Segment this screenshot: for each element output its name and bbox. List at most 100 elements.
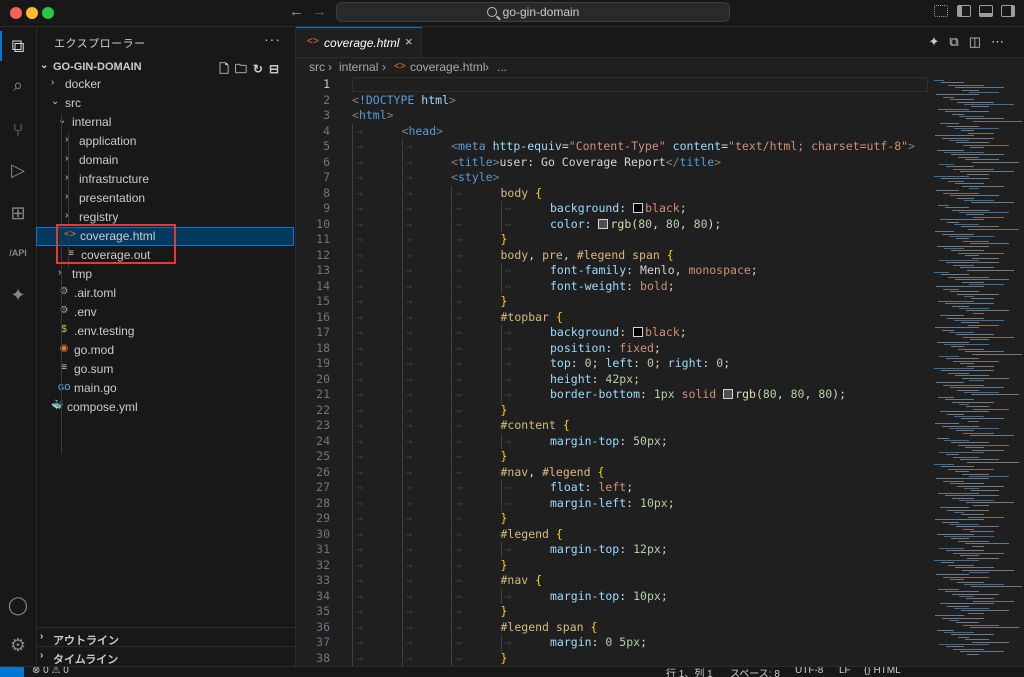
problems-indicator[interactable]: ⊗ 0 ⚠ 0 <box>32 667 69 676</box>
minimap-line <box>970 627 1019 629</box>
indent-guide <box>352 650 353 666</box>
minimap-line <box>937 149 964 151</box>
file-item[interactable]: ≡ go.sum <box>37 360 295 379</box>
outline-section-header[interactable]: › アウトライン <box>37 627 295 648</box>
folder-item[interactable]: › domain <box>37 151 295 170</box>
whitespace-arrow: → <box>405 356 413 370</box>
more-actions-icon[interactable]: ⋯ <box>991 34 1014 49</box>
indent-guide <box>451 325 452 341</box>
new-folder-icon[interactable]: 🗀 <box>235 62 253 76</box>
end-of-line[interactable]: LF <box>839 667 851 676</box>
cursor-position[interactable]: 行 1、列 1 <box>666 667 713 677</box>
whitespace-arrow: → <box>455 185 462 200</box>
code-line: <html> <box>352 108 394 122</box>
whitespace-arrow: → <box>405 371 413 386</box>
folder-item[interactable]: › infrastructure <box>37 170 295 189</box>
minimap-line <box>954 416 984 417</box>
toggle-panel-icon[interactable] <box>979 5 993 17</box>
minimap[interactable] <box>930 76 1024 666</box>
split-editor-icon[interactable]: ◫ <box>969 34 991 49</box>
project-section-header[interactable]: ⌄ GO-GIN-DOMAIN 🗋🗀↻⊟ <box>37 57 295 77</box>
folder-item[interactable]: ⌄ src <box>37 94 295 113</box>
collapse-all-icon[interactable]: ⊟ <box>269 62 285 76</box>
copilot-icon[interactable]: ✦ <box>0 278 36 312</box>
copilot-chat-icon[interactable]: ✦ <box>929 34 950 49</box>
run-debug-icon[interactable]: ▷ <box>0 153 36 187</box>
extensions-icon[interactable]: ⊞ <box>0 196 36 230</box>
file-item[interactable]: ≡ coverage.out <box>37 246 295 265</box>
minimize-window-button[interactable] <box>26 7 38 19</box>
whitespace-arrow: → <box>455 356 462 370</box>
file-item[interactable]: ⚙ .air.toml <box>37 284 295 303</box>
minimap-line <box>950 195 999 197</box>
breadcrumb-item[interactable]: coverage.html <box>410 60 485 74</box>
encoding[interactable]: UTF-8 <box>795 667 823 676</box>
indent-guide <box>500 433 502 449</box>
indent-guide <box>401 449 403 465</box>
color-swatch[interactable] <box>633 203 644 213</box>
code-editor[interactable]: 1 2 <!DOCTYPE html> 3 <html> 4 → <head> 5 → → <meta… <box>296 76 930 666</box>
whitespace-arrow: → <box>356 526 363 541</box>
settings-gear-icon[interactable]: ⚙ <box>0 628 36 662</box>
explorer-icon[interactable]: ⧉ <box>0 29 36 63</box>
zoom-window-button[interactable] <box>42 7 54 19</box>
whitespace-arrow: → <box>455 588 462 603</box>
minimap-line <box>943 384 984 386</box>
file-item[interactable]: 🐳 compose.yml <box>37 398 295 417</box>
minimap-line <box>934 560 979 561</box>
breadcrumb-item[interactable]: internal <box>339 60 378 74</box>
minimap-line <box>942 617 984 619</box>
whitespace-arrow: → <box>455 247 462 262</box>
folder-item[interactable]: › registry <box>37 208 295 227</box>
customize-layout-icon[interactable] <box>934 5 948 17</box>
file-item[interactable]: <> coverage.html <box>36 227 294 246</box>
line-number: 14 <box>316 278 330 293</box>
open-preview-icon[interactable]: ⧉ <box>949 34 968 49</box>
folder-item[interactable]: › presentation <box>37 189 295 208</box>
timeline-section-header[interactable]: › タイムライン <box>37 646 295 667</box>
tab-coverage-html[interactable]: <> coverage.html × <box>296 27 422 57</box>
command-center[interactable]: go-gin-domain <box>336 2 730 22</box>
account-icon[interactable]: ◯ <box>0 588 36 622</box>
minimap-line <box>953 456 979 458</box>
new-file-icon[interactable]: 🗋 <box>219 62 235 76</box>
toggle-secondary-sidebar-icon[interactable] <box>1001 5 1015 17</box>
folder-item[interactable]: › docker <box>37 75 295 94</box>
search-icon[interactable]: ⌕ <box>0 68 36 102</box>
minimap-line <box>967 173 989 175</box>
color-swatch[interactable] <box>723 389 734 399</box>
file-item[interactable]: ⚙ .env <box>37 303 295 322</box>
minimap-line <box>938 300 974 302</box>
color-swatch[interactable] <box>633 327 644 337</box>
more-actions-button[interactable]: ··· <box>264 31 281 47</box>
close-tab-icon[interactable]: × <box>405 34 413 49</box>
indent-guide <box>401 232 403 248</box>
indent-guide <box>401 371 403 387</box>
breadcrumb-item[interactable]: src <box>309 60 325 74</box>
indent-guide <box>451 418 452 434</box>
whitespace-arrow: → <box>356 557 363 572</box>
minimap-line <box>952 497 974 499</box>
breadcrumb-item[interactable]: ... <box>497 60 507 74</box>
forward-arrow-icon[interactable]: → <box>312 3 327 20</box>
file-item[interactable]: GO main.go <box>37 379 295 398</box>
language-mode[interactable]: {} HTML <box>864 667 901 676</box>
back-arrow-icon[interactable]: ← <box>289 3 304 20</box>
source-control-icon[interactable]: ⑂ <box>0 113 36 147</box>
indent-guide <box>352 309 353 325</box>
minimap-line <box>942 329 954 331</box>
file-item[interactable]: ◉ go.mod <box>37 341 295 360</box>
folder-item[interactable]: ⌄ internal <box>37 113 295 132</box>
folder-item[interactable]: › application <box>37 132 295 151</box>
toggle-sidebar-icon[interactable] <box>957 5 971 17</box>
file-item[interactable]: $ .env.testing <box>37 322 295 341</box>
code-line: #content { <box>500 418 570 432</box>
color-swatch[interactable] <box>598 218 609 229</box>
explorer-sidebar: エクスプローラー ··· ⌄ GO-GIN-DOMAIN 🗋🗀↻⊟ › docke… <box>36 27 296 667</box>
refresh-icon[interactable]: ↻ <box>253 62 269 76</box>
api-icon[interactable]: /API <box>0 236 36 270</box>
minimap-line <box>966 118 1004 120</box>
close-window-button[interactable] <box>10 7 22 19</box>
folder-item[interactable]: › tmp <box>37 265 295 284</box>
indentation[interactable]: スペース: 8 <box>730 667 780 677</box>
